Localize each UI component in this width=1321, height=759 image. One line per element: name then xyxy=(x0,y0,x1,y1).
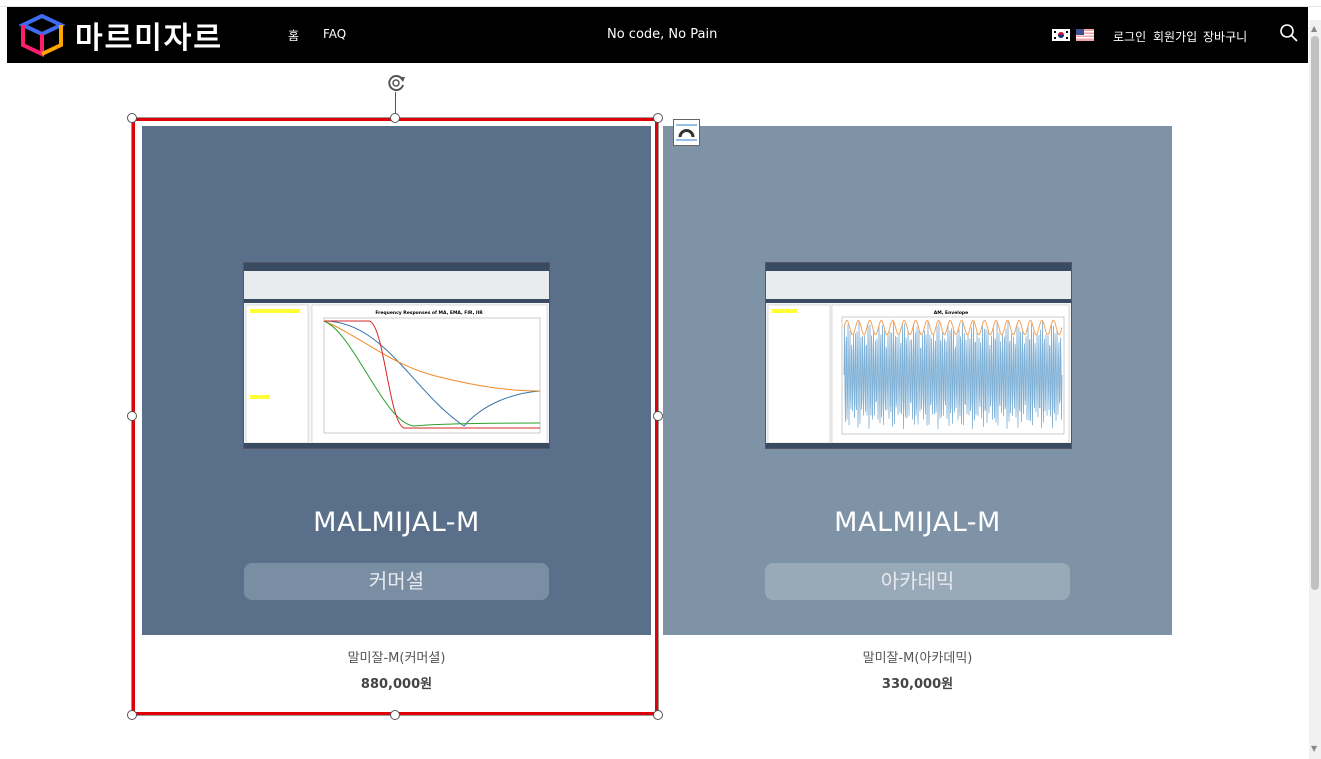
resize-handle-n[interactable] xyxy=(390,113,400,123)
cube-logo-icon xyxy=(19,13,65,57)
resize-handle-s[interactable] xyxy=(390,710,400,720)
product-price: 330,000원 xyxy=(881,677,954,692)
resize-handle-sw[interactable] xyxy=(127,710,137,720)
signup-link[interactable]: 회원가입 xyxy=(1153,28,1197,45)
scroll-down-icon[interactable]: ▼ xyxy=(1311,744,1317,753)
usa-flag-icon[interactable] xyxy=(1076,29,1094,41)
resize-handle-se[interactable] xyxy=(653,710,663,720)
layout-options-icon[interactable] xyxy=(673,119,700,146)
logo-text: 마르미자르 xyxy=(75,21,223,56)
product-title: MALMIJAL-M xyxy=(834,507,1001,538)
chart-title: AM, Envelope xyxy=(934,310,968,316)
korea-flag-icon[interactable] xyxy=(1052,29,1070,41)
product-name[interactable]: 말미잘-M(아카데믹) xyxy=(663,647,1172,666)
selection-box xyxy=(131,117,659,716)
nav-home[interactable]: 홈 xyxy=(288,27,299,44)
resize-handle-e[interactable] xyxy=(653,411,663,421)
window-top xyxy=(0,0,1321,7)
logo[interactable]: 마르미자르 xyxy=(19,13,223,57)
product-card-academic[interactable]: AM, Envelope MALMIJAL-M 아카데믹 xyxy=(663,126,1172,635)
search-icon[interactable] xyxy=(1279,23,1299,43)
tagline: No code, No Pain xyxy=(607,27,718,42)
edition-badge[interactable]: 아카데믹 xyxy=(765,563,1070,600)
nav-faq[interactable]: FAQ xyxy=(323,27,346,41)
login-link[interactable]: 로그인 xyxy=(1113,28,1146,45)
rotate-handle-icon[interactable] xyxy=(385,72,407,94)
cart-link[interactable]: 장바구니 xyxy=(1203,28,1247,45)
product-screenshot: AM, Envelope xyxy=(765,262,1072,449)
scrollbar-thumb[interactable] xyxy=(1311,36,1319,590)
resize-handle-w[interactable] xyxy=(127,411,137,421)
resize-handle-nw[interactable] xyxy=(127,113,137,123)
resize-handle-ne[interactable] xyxy=(653,113,663,123)
scroll-up-icon[interactable]: ▲ xyxy=(1311,24,1317,33)
site-header: 마르미자르 홈 FAQ No code, No Pain 로그인 회원가입 장바… xyxy=(7,7,1308,63)
